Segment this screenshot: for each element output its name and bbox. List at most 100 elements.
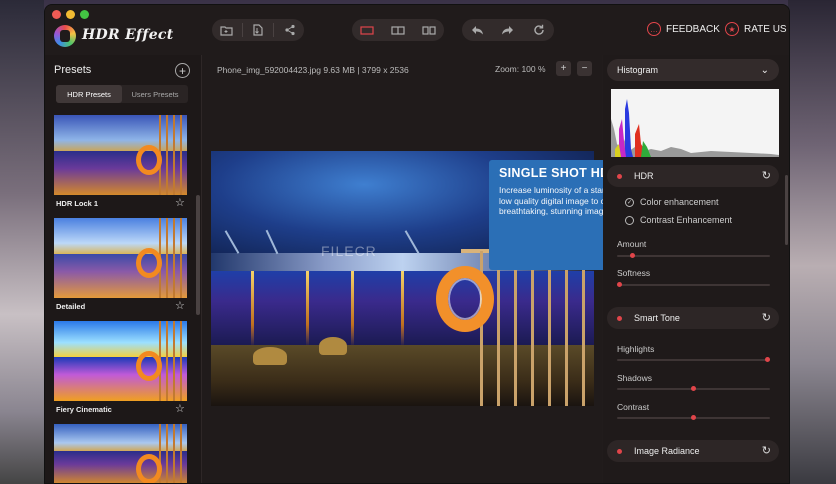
section-status-dot: [617, 448, 622, 454]
option-label: Color enhancement: [640, 197, 719, 207]
reset-icon[interactable]: ↻: [762, 169, 771, 182]
life-ring-image: [436, 266, 494, 332]
plus-icon: +: [178, 63, 186, 78]
export-button[interactable]: [245, 21, 271, 39]
slider-thumb[interactable]: [691, 415, 696, 420]
share-button[interactable]: [277, 21, 303, 39]
preset-label: Fiery Cinematic: [56, 405, 112, 414]
watermark: FILECR: [321, 243, 377, 259]
softness-slider[interactable]: [617, 282, 770, 287]
reset-button[interactable]: [526, 21, 552, 39]
amount-label: Amount: [617, 239, 647, 249]
app-window: HDR Effect … FEEDBACK ★ RATE US Presets …: [44, 4, 790, 484]
feedback-button[interactable]: … FEEDBACK: [647, 22, 720, 36]
file-info: Phone_img_592004423.jpg 9.63 MB | 3799 x…: [217, 65, 409, 75]
chevron-down-icon: ⌄: [760, 64, 769, 76]
shadows-slider[interactable]: [617, 386, 770, 391]
side-by-side-view-button[interactable]: [416, 21, 442, 39]
panel-scrollbar[interactable]: [785, 175, 788, 245]
checkmark-icon: ✓: [625, 197, 634, 207]
redo-button[interactable]: [495, 21, 521, 39]
view-toolbar-group: [352, 19, 444, 41]
slider-thumb[interactable]: [691, 386, 696, 391]
contrast-slider[interactable]: [617, 415, 770, 420]
toolbar-separator: [273, 23, 275, 37]
reset-icon[interactable]: ↻: [762, 311, 771, 324]
histogram-dropdown[interactable]: Histogram ⌄: [607, 59, 779, 81]
open-folder-button[interactable]: [213, 21, 239, 39]
preset-tabs: HDR Presets Users Presets: [56, 85, 188, 103]
tab-hdr-presets[interactable]: HDR Presets: [56, 85, 122, 103]
folder-icon: [220, 25, 233, 36]
single-view-button[interactable]: [354, 21, 380, 39]
highlights-slider[interactable]: [617, 357, 770, 362]
slider-thumb[interactable]: [617, 282, 622, 287]
histogram-label: Histogram: [617, 65, 659, 75]
undo-icon: [471, 26, 483, 35]
desktop-background-left: [0, 0, 44, 484]
presets-title: Presets: [54, 64, 92, 76]
undo-button[interactable]: [464, 21, 490, 39]
image-radiance-title: Image Radiance: [634, 446, 700, 456]
history-toolbar-group: [462, 19, 554, 41]
rate-us-label: RATE US: [744, 23, 787, 35]
share-icon: [285, 24, 295, 36]
split-view-button[interactable]: [385, 21, 411, 39]
preset-thumbnail: [54, 218, 187, 298]
desktop-background-right: [788, 0, 836, 484]
minimize-window-button[interactable]: [66, 10, 75, 19]
preset-label: Detailed: [56, 302, 86, 311]
section-status-dot: [617, 315, 622, 321]
side-by-side-icon: [422, 25, 436, 35]
preset-thumbnail: [54, 115, 187, 195]
hdr-section-header[interactable]: HDR ↻: [607, 165, 779, 187]
slider-thumb[interactable]: [630, 253, 636, 258]
app-logo-icon: [54, 25, 76, 47]
file-toolbar-group: [212, 19, 304, 41]
tab-users-presets[interactable]: Users Presets: [122, 85, 188, 103]
smart-tone-section-header[interactable]: Smart Tone ↻: [607, 307, 779, 329]
star-badge-icon: ★: [725, 22, 739, 36]
smart-tone-title: Smart Tone: [634, 313, 680, 323]
option-label: Contrast Enhancement: [640, 215, 733, 225]
preset-item[interactable]: HDR Lock 1 ☆: [54, 115, 187, 209]
adjustments-panel: Histogram ⌄ HDR ↻ ✓ Color enhancement Co…: [603, 55, 789, 483]
zoom-out-button[interactable]: −: [577, 61, 592, 76]
presets-sidebar: Presets + HDR Presets Users Presets HDR …: [45, 55, 201, 483]
preset-thumbnail: [54, 321, 187, 401]
chat-bubble-icon: …: [647, 22, 661, 36]
refresh-icon: [533, 24, 544, 35]
color-enhancement-option[interactable]: ✓ Color enhancement: [625, 197, 719, 207]
section-status-dot: [617, 173, 622, 179]
favorite-star-icon[interactable]: ☆: [175, 299, 185, 312]
rate-us-button[interactable]: ★ RATE US: [725, 22, 787, 36]
close-window-button[interactable]: [52, 10, 61, 19]
preset-thumbnail: [54, 424, 187, 483]
reset-icon[interactable]: ↻: [762, 444, 771, 457]
softness-label: Softness: [617, 268, 651, 278]
preset-item[interactable]: Fiery Cinematic ☆: [54, 321, 187, 415]
feedback-label: FEEDBACK: [666, 23, 720, 35]
zoom-window-button[interactable]: [80, 10, 89, 19]
split-view-icon: [391, 25, 405, 35]
amount-slider[interactable]: [617, 253, 770, 258]
redo-icon: [502, 26, 514, 35]
preset-label: HDR Lock 1: [56, 199, 99, 208]
app-title: HDR Effect: [82, 27, 174, 43]
image-radiance-section-header[interactable]: Image Radiance ↻: [607, 440, 779, 462]
title-bar: HDR Effect … FEEDBACK ★ RATE US: [45, 5, 789, 55]
contrast-enhancement-option[interactable]: Contrast Enhancement: [625, 215, 732, 225]
histogram-graph: [611, 89, 779, 157]
highlights-label: Highlights: [617, 344, 655, 354]
toolbar-separator: [241, 23, 243, 37]
favorite-star-icon[interactable]: ☆: [175, 196, 185, 209]
preset-item[interactable]: [54, 424, 187, 483]
sidebar-scrollbar[interactable]: [196, 195, 200, 315]
add-preset-button[interactable]: +: [175, 63, 190, 78]
preset-item[interactable]: Detailed ☆: [54, 218, 187, 312]
shadows-label: Shadows: [617, 373, 652, 383]
favorite-star-icon[interactable]: ☆: [175, 402, 185, 415]
radio-empty-icon: [625, 215, 634, 225]
zoom-in-button[interactable]: +: [556, 61, 571, 76]
slider-thumb[interactable]: [765, 357, 770, 362]
